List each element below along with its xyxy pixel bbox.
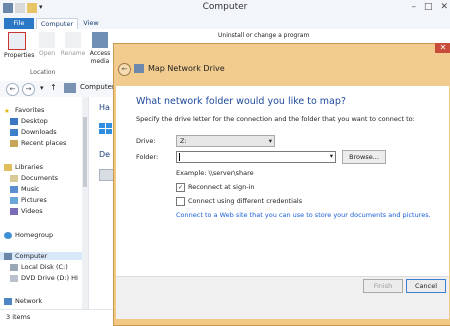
close-icon[interactable]: ✕ <box>435 43 450 53</box>
group-header-hard-drives[interactable]: Ha <box>99 103 110 112</box>
nav-music[interactable]: Music <box>10 185 40 193</box>
nav-documents[interactable]: Documents <box>10 174 58 182</box>
maximize-icon[interactable]: □ <box>424 2 433 12</box>
folder-icon[interactable] <box>27 3 37 13</box>
nav-network[interactable]: Network <box>4 297 42 305</box>
computer-icon[interactable] <box>3 3 13 13</box>
reconnect-label[interactable]: Reconnect at sign-in <box>188 183 255 191</box>
address-path[interactable]: Computer <box>80 83 115 91</box>
drive-select[interactable]: Z: ▾ <box>176 135 275 147</box>
tab-view[interactable]: View <box>80 18 102 29</box>
dialog-body: What network folder would you like to ma… <box>116 86 449 276</box>
dialog-instruction: Specify the drive letter for the connect… <box>136 115 415 123</box>
dialog-title: Map Network Drive <box>148 64 225 73</box>
documents-icon <box>10 174 18 182</box>
properties-button[interactable]: Properties <box>4 32 34 60</box>
window-title: Computer <box>202 2 248 12</box>
navigation-pane: ★ Favorites Desktop Downloads Recent plac… <box>0 97 89 309</box>
folder-label: Folder: <box>136 153 159 161</box>
nav-dvd-drive[interactable]: DVD Drive (D:) HI <box>10 274 78 282</box>
text-cursor <box>179 153 180 161</box>
recent-places-icon <box>10 139 18 147</box>
nav-favorites[interactable]: ★ Favorites <box>4 106 44 115</box>
different-credentials-label[interactable]: Connect using different credentials <box>188 197 302 205</box>
item-count: 3 items <box>6 313 31 321</box>
caption-buttons: – □ ✕ <box>411 2 448 12</box>
nav-computer[interactable]: Computer <box>0 252 82 260</box>
libraries-icon <box>4 163 12 171</box>
media-icon <box>92 32 108 48</box>
ribbon-group-location: Location <box>30 69 56 76</box>
tab-file[interactable]: File <box>4 18 34 29</box>
open-icon <box>39 32 55 48</box>
folder-input[interactable]: ▾ <box>176 151 336 163</box>
rename-button[interactable]: Rename <box>60 32 86 58</box>
nav-recent[interactable]: Recent places <box>10 139 66 147</box>
dialog-heading: What network folder would you like to ma… <box>136 96 346 107</box>
nav-local-disk[interactable]: Local Disk (C:) <box>10 263 68 271</box>
nav-pictures[interactable]: Pictures <box>10 196 47 204</box>
reconnect-checkbox[interactable]: ✓ <box>176 183 185 192</box>
drive-value: Z: <box>180 137 187 145</box>
downloads-icon <box>10 128 18 136</box>
network-icon <box>4 297 12 305</box>
nav-homegroup[interactable]: Homegroup <box>4 231 53 239</box>
desktop-icon <box>10 117 18 125</box>
disk-icon <box>10 263 18 271</box>
recent-dropdown-icon[interactable]: ▾ <box>40 84 44 92</box>
rename-icon <box>65 32 81 48</box>
access-media-button[interactable]: Access media <box>88 32 112 66</box>
chevron-down-icon[interactable]: ▾ <box>330 152 333 160</box>
dialog-header: ✕ ← Map Network Drive <box>114 43 450 86</box>
back-button[interactable]: ← <box>118 63 131 76</box>
nav-videos[interactable]: Videos <box>10 207 43 215</box>
up-icon[interactable]: ↑ <box>50 83 57 92</box>
uninstall-link[interactable]: Uninstall or change a program <box>218 32 309 39</box>
cancel-button[interactable]: Cancel <box>406 279 446 293</box>
close-icon[interactable]: ✕ <box>440 2 448 12</box>
videos-icon <box>10 207 18 215</box>
nav-desktop[interactable]: Desktop <box>10 117 48 125</box>
pictures-icon <box>10 196 18 204</box>
computer-icon <box>4 252 12 260</box>
nav-libraries[interactable]: Libraries <box>4 163 43 171</box>
dialog-footer: Finish Cancel <box>116 276 449 319</box>
drive-label: Drive: <box>136 137 156 145</box>
map-network-drive-dialog: ✕ ← Map Network Drive What network folde… <box>113 43 450 326</box>
explorer-titlebar: ▾ Computer – □ ✕ <box>0 0 450 19</box>
dropdown-icon[interactable]: ▾ <box>39 3 45 13</box>
back-button[interactable]: ← <box>6 83 19 96</box>
homegroup-icon <box>4 231 12 239</box>
folder-example: Example: \\server\share <box>176 169 254 177</box>
quick-access-toolbar: ▾ <box>3 3 45 13</box>
properties-icon[interactable] <box>15 3 25 13</box>
browse-button[interactable]: Browse... <box>342 150 386 164</box>
navpane-scrollbar[interactable] <box>82 97 88 309</box>
different-credentials-checkbox[interactable] <box>176 197 185 206</box>
windows-drive-icon[interactable] <box>99 123 113 135</box>
dvd-icon <box>10 274 18 282</box>
nav-downloads[interactable]: Downloads <box>10 128 57 136</box>
network-drive-icon <box>134 64 144 73</box>
scrollbar-thumb[interactable] <box>83 117 87 187</box>
music-icon <box>10 185 18 193</box>
star-icon: ★ <box>4 106 10 115</box>
open-button[interactable]: Open <box>34 32 60 58</box>
finish-button[interactable]: Finish <box>363 279 403 293</box>
group-header-devices[interactable]: De <box>99 150 110 159</box>
ribbon-tabs: File Computer View <box>0 18 450 30</box>
minimize-icon[interactable]: – <box>411 2 416 12</box>
computer-icon <box>64 83 76 93</box>
forward-button[interactable]: → <box>22 83 35 96</box>
chevron-down-icon: ▾ <box>268 137 272 145</box>
web-site-link[interactable]: Connect to a Web site that you can use t… <box>176 211 431 219</box>
checklist-icon <box>8 32 26 50</box>
